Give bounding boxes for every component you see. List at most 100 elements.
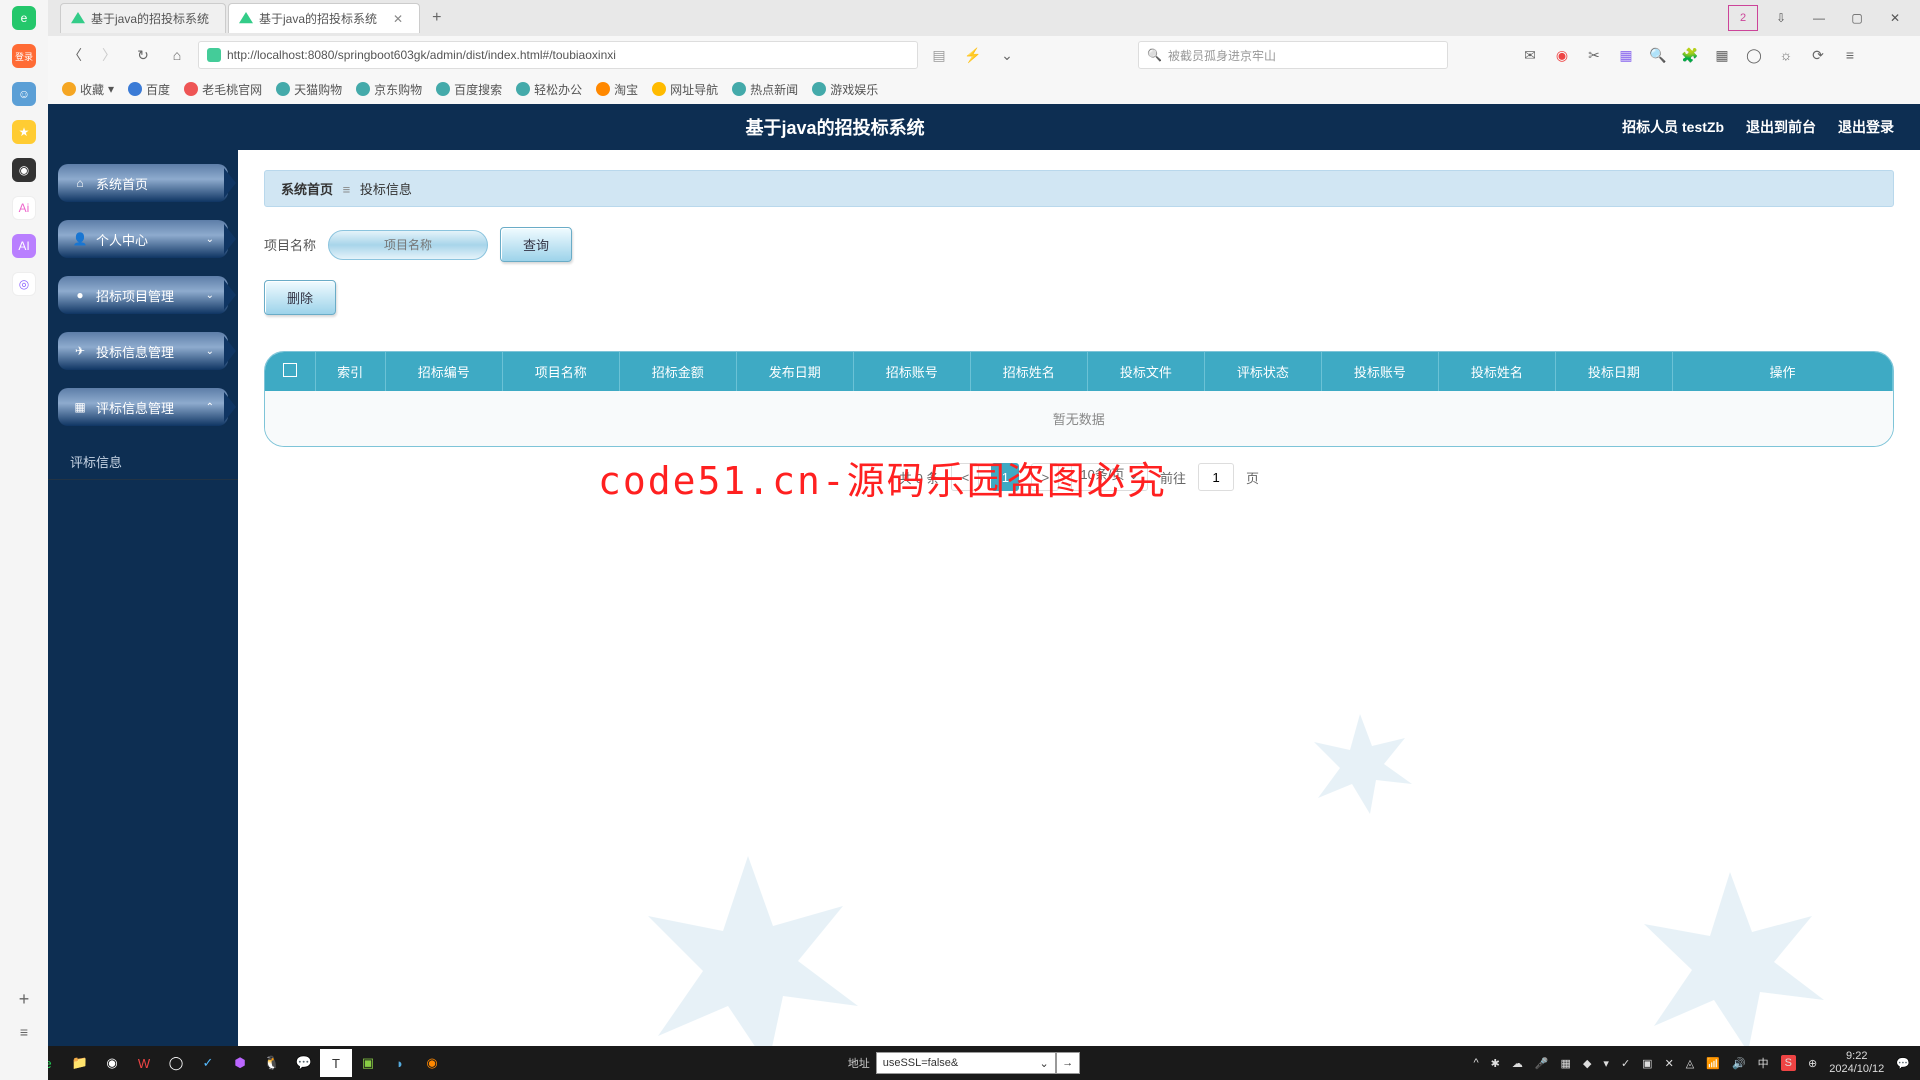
tb-wps-icon[interactable]: W [128, 1049, 160, 1077]
tray-ime-icon[interactable]: 中 [1758, 1055, 1769, 1071]
circle-icon[interactable]: ◯ [1744, 45, 1764, 65]
tray-notification-icon[interactable]: 💬 [1896, 1057, 1910, 1070]
link-logout[interactable]: 退出登录 [1838, 117, 1894, 137]
scissors-icon[interactable]: ✂ [1584, 45, 1604, 65]
bookmark-fav[interactable]: 收藏 ▾ [62, 81, 114, 98]
home-button[interactable]: ⌂ [164, 42, 190, 68]
browser-search-input[interactable]: 被截员孤身进京牢山 [1138, 41, 1448, 69]
grid-icon[interactable]: ▦ [1616, 45, 1636, 65]
sidebar-item-label: 招标项目管理 [96, 286, 174, 305]
select-all-header[interactable] [265, 352, 315, 391]
weibo-icon[interactable]: ◉ [1552, 45, 1572, 65]
tray-icon[interactable]: 🎤 [1535, 1057, 1549, 1070]
sidebar-item-profile[interactable]: 👤 个人中心 ⌄ [58, 220, 228, 258]
tb-go-button[interactable]: → [1056, 1052, 1080, 1074]
browser-tab-1[interactable]: 基于java的招投标系统 ✕ [228, 3, 420, 33]
sidebar-item-home[interactable]: ⌂ 系统首页 [58, 164, 228, 202]
user-label[interactable]: 招标人员 testZb [1622, 117, 1724, 137]
project-name-input[interactable] [328, 230, 488, 260]
tb-edge-icon[interactable]: ◉ [96, 1049, 128, 1077]
forward-button[interactable]: 〉 [96, 42, 122, 68]
apps-icon[interactable]: ▦ [1712, 45, 1732, 65]
close-icon[interactable]: ✕ [393, 12, 403, 26]
restore-icon[interactable]: ⟳ [1808, 45, 1828, 65]
tray-s-icon[interactable]: S [1781, 1055, 1796, 1071]
sidebar-item-pingbiao[interactable]: ▦ 评标信息管理 ⌃ [58, 388, 228, 426]
strip-add-icon[interactable]: + [19, 989, 30, 1010]
back-button[interactable]: 〈 [62, 42, 88, 68]
sidebar-item-zhaobiao[interactable]: ● 招标项目管理 ⌄ [58, 276, 228, 314]
tray-icon[interactable]: ▣ [1642, 1057, 1652, 1070]
goto-page-input[interactable] [1198, 463, 1234, 491]
tray-chevron-icon[interactable]: ^ [1473, 1057, 1478, 1069]
translate-icon[interactable]: ▤ [926, 42, 952, 68]
gear-icon[interactable]: ☼ [1776, 45, 1796, 65]
tray-volume-icon[interactable]: 🔊 [1732, 1057, 1746, 1070]
sidebar-item-toubiao[interactable]: ✈ 投标信息管理 ⌄ [58, 332, 228, 370]
maximize-button[interactable]: ▢ [1842, 5, 1872, 31]
tray-icon[interactable]: ▦ [1561, 1057, 1571, 1070]
close-button[interactable]: ✕ [1880, 5, 1910, 31]
breadcrumb-root[interactable]: 系统首页 [281, 182, 333, 197]
bookmark-office[interactable]: 轻松办公 [516, 81, 582, 98]
chevron-down-icon[interactable]: ⌄ [994, 42, 1020, 68]
tray-clock[interactable]: 9:22 2024/10/12 [1829, 1050, 1884, 1076]
tray-icon[interactable]: ◬ [1686, 1057, 1694, 1070]
tray-icon[interactable]: ◆ [1583, 1057, 1591, 1070]
strip-icon-login[interactable]: 登录 [12, 44, 36, 68]
url-input[interactable]: http://localhost:8080/springboot603gk/ad… [198, 41, 918, 69]
tb-wechat-icon[interactable]: 💬 [288, 1049, 320, 1077]
mail-icon[interactable]: ✉ [1520, 45, 1540, 65]
minimize-button[interactable]: — [1804, 5, 1834, 31]
strip-menu-icon[interactable]: ≡ [20, 1024, 28, 1040]
bookmark-tmall[interactable]: 天猫购物 [276, 81, 342, 98]
tray-icon[interactable]: ☁ [1512, 1057, 1523, 1070]
bookmark-baidu[interactable]: 百度 [128, 81, 170, 98]
tray-icon[interactable]: ✕ [1665, 1057, 1674, 1070]
bookmark-lmt[interactable]: 老毛桃官网 [184, 81, 262, 98]
sidebar-subitem-pingbiao[interactable]: 评标信息 [48, 444, 238, 480]
checkbox-icon[interactable] [283, 363, 297, 377]
extension-icon[interactable]: 🧩 [1680, 45, 1700, 65]
delete-button[interactable]: 删除 [264, 280, 336, 315]
strip-icon-6[interactable]: AI [12, 234, 36, 258]
sidebar-item-label: 投标信息管理 [96, 342, 174, 361]
tb-app1-icon[interactable]: ✓ [192, 1049, 224, 1077]
strip-icon-3[interactable]: ★ [12, 120, 36, 144]
bookmark-baidusearch[interactable]: 百度搜索 [436, 81, 502, 98]
tb-app4-icon[interactable]: ◉ [416, 1049, 448, 1077]
search-icon[interactable]: 🔍 [1648, 45, 1668, 65]
tb-pycharm-icon[interactable]: ▣ [352, 1049, 384, 1077]
strip-icon-5[interactable]: Ai [12, 196, 36, 220]
window-badge[interactable]: 2 [1728, 5, 1758, 31]
flash-icon[interactable]: ⚡ [960, 42, 986, 68]
browser-tab-0[interactable]: 基于java的招投标系统 [60, 3, 226, 33]
tb-app2-icon[interactable]: ⬢ [224, 1049, 256, 1077]
tray-icon[interactable]: ✓ [1621, 1057, 1630, 1070]
bookmark-nav[interactable]: 网址导航 [652, 81, 718, 98]
tb-app3-icon[interactable]: ◗ [384, 1049, 416, 1077]
menu-icon[interactable]: ≡ [1840, 45, 1860, 65]
tray-wifi-icon[interactable]: 📶 [1706, 1057, 1720, 1070]
link-front[interactable]: 退出到前台 [1746, 117, 1816, 137]
reload-button[interactable]: ↻ [130, 42, 156, 68]
strip-icon-2[interactable]: ☺ [12, 82, 36, 106]
strip-icon-7[interactable]: ◎ [12, 272, 36, 296]
strip-icon-4[interactable]: ◉ [12, 158, 36, 182]
download-icon[interactable]: ⇩ [1766, 5, 1796, 31]
bookmark-taobao[interactable]: 淘宝 [596, 81, 638, 98]
query-button[interactable]: 查询 [500, 227, 572, 262]
tray-icon[interactable]: ⊕ [1808, 1057, 1817, 1070]
tb-text-icon[interactable]: T [320, 1049, 352, 1077]
new-tab-button[interactable]: + [422, 9, 451, 27]
bookmark-game[interactable]: 游戏娱乐 [812, 81, 878, 98]
bookmark-news[interactable]: 热点新闻 [732, 81, 798, 98]
tb-explorer-icon[interactable]: 📁 [64, 1049, 96, 1077]
tb-qq-icon[interactable]: 🐧 [256, 1049, 288, 1077]
tb-chrome-icon[interactable]: ◯ [160, 1049, 192, 1077]
tray-icon[interactable]: ✱ [1491, 1057, 1500, 1070]
tray-icon[interactable]: ▾ [1603, 1057, 1609, 1070]
strip-icon-1[interactable]: e [12, 6, 36, 30]
tb-addr-select[interactable]: useSSL=false&⌄ [876, 1052, 1056, 1074]
bookmark-jd[interactable]: 京东购物 [356, 81, 422, 98]
